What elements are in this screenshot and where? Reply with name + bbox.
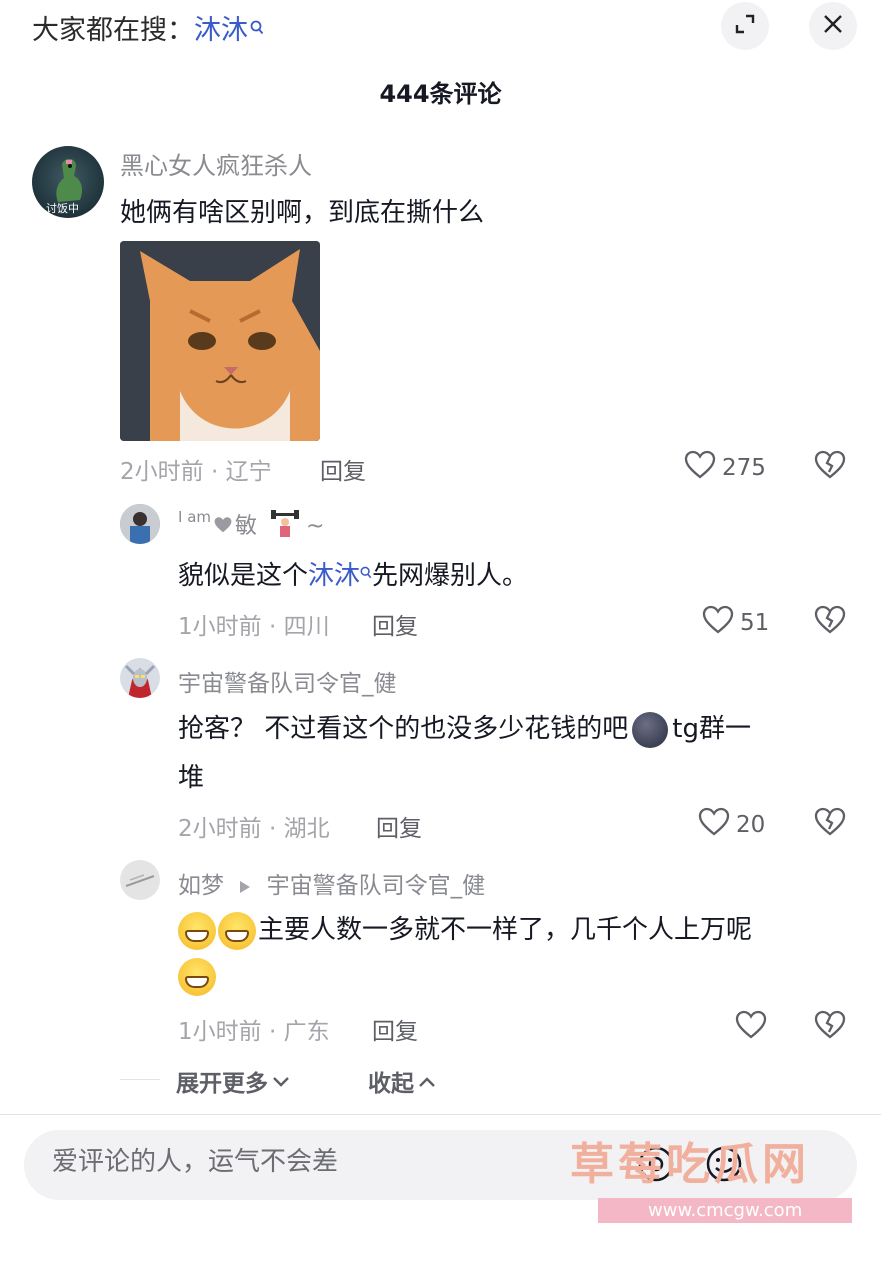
heart-icon bbox=[702, 605, 734, 641]
search-keyword[interactable]: 沐沐 bbox=[194, 15, 248, 46]
comment-time-location: 1小时前 · 四川 bbox=[178, 614, 330, 640]
broken-heart-icon bbox=[814, 450, 846, 484]
heart-icon bbox=[684, 450, 716, 486]
expand-divider bbox=[120, 1079, 160, 1080]
comment-time-location: 2小时前 · 辽宁 bbox=[120, 459, 272, 485]
broken-heart-icon bbox=[814, 605, 846, 639]
reply-button[interactable]: 回复 bbox=[372, 607, 418, 641]
like-button[interactable]: 51 bbox=[702, 605, 769, 641]
like-count: 51 bbox=[740, 610, 770, 636]
comment-text-line2: 堆 bbox=[178, 763, 205, 793]
comment-username[interactable]: 宇宙警备队司令官_健 bbox=[178, 664, 397, 698]
avatar-ultraman-icon bbox=[120, 658, 160, 698]
reply-button[interactable]: 回复 bbox=[372, 1012, 418, 1046]
search-prefix: 大家都在搜： bbox=[32, 15, 194, 46]
dislike-button[interactable] bbox=[814, 450, 846, 484]
dislike-button[interactable] bbox=[814, 605, 846, 639]
comment-count-title: 444条评论 bbox=[379, 80, 502, 108]
reply-arrow-icon bbox=[239, 874, 251, 900]
expand-more-button[interactable]: 展开更多 bbox=[176, 1064, 290, 1098]
chevron-up-icon bbox=[418, 1068, 436, 1094]
bottom-divider bbox=[0, 1114, 881, 1115]
like-button[interactable]: 20 bbox=[698, 807, 765, 843]
search-icon bbox=[360, 557, 372, 587]
grinning-face-emoji-icon bbox=[178, 911, 216, 950]
broken-heart-icon bbox=[814, 807, 846, 841]
avatar[interactable]: 讨饭中 bbox=[32, 146, 104, 218]
heart-icon bbox=[735, 1010, 767, 1046]
watermark-url: www.cmcgw.com bbox=[598, 1198, 853, 1223]
comment-text: 主要人数一多就不一样了，几千个人上万呢 bbox=[178, 909, 752, 950]
comment-username[interactable]: 黑心女人疯狂杀人 bbox=[120, 146, 312, 181]
heart-small-icon bbox=[213, 515, 233, 540]
broken-heart-icon bbox=[814, 1010, 846, 1044]
avatar-paper-icon bbox=[120, 860, 160, 900]
cat-photo bbox=[120, 241, 320, 441]
close-icon bbox=[822, 13, 844, 39]
search-keyword-link[interactable]: 沐沐 bbox=[308, 561, 360, 591]
expand-button[interactable] bbox=[721, 2, 769, 50]
avatar[interactable] bbox=[120, 658, 160, 698]
dislike-button[interactable] bbox=[814, 1010, 846, 1044]
weightlifter-emoji-icon bbox=[270, 509, 300, 545]
comment-text: 貌似是这个沐沐 先网爆别人。 bbox=[178, 555, 528, 592]
like-count: 275 bbox=[722, 455, 766, 481]
comment-text: 抢客？ 不过看这个的也没多少花钱的吧 tg群一 bbox=[178, 708, 751, 748]
reply-to-username[interactable]: 宇宙警备队司令官_健 bbox=[267, 873, 486, 899]
avatar[interactable] bbox=[120, 860, 160, 900]
like-button[interactable]: 275 bbox=[684, 450, 766, 486]
grinning-face-emoji-icon bbox=[218, 911, 256, 950]
comment-text: 她俩有啥区别啊，到底在撕什么 bbox=[120, 198, 485, 228]
close-button[interactable] bbox=[809, 2, 857, 50]
comment-time-location: 2小时前 · 湖北 bbox=[178, 816, 330, 842]
reply-button[interactable]: 回复 bbox=[376, 809, 422, 843]
new-moon-face-emoji-icon bbox=[632, 711, 669, 748]
comment-image-cat[interactable] bbox=[120, 241, 320, 441]
avatar[interactable] bbox=[120, 504, 160, 544]
expand-icon bbox=[734, 13, 756, 39]
dislike-button[interactable] bbox=[814, 807, 846, 841]
like-button[interactable] bbox=[735, 1010, 773, 1046]
like-count: 20 bbox=[736, 812, 766, 838]
grinning-face-emoji-icon bbox=[178, 958, 216, 996]
comment-username[interactable]: I am 敏 ~ bbox=[178, 508, 324, 545]
comment-emoji-line2 bbox=[178, 958, 218, 996]
chevron-down-icon bbox=[272, 1068, 290, 1094]
collapse-button[interactable]: 收起 bbox=[368, 1064, 436, 1098]
comment-time-location: 1小时前 · 广东 bbox=[178, 1019, 330, 1045]
search-icon bbox=[250, 12, 264, 43]
avatar-person-icon bbox=[120, 504, 160, 544]
watermark-title: 草莓吃瓜网 bbox=[570, 1139, 810, 1190]
search-suggestion[interactable]: 大家都在搜：沐沐 bbox=[32, 8, 264, 47]
reply-button[interactable]: 回复 bbox=[320, 452, 366, 486]
avatar-label: 讨饭中 bbox=[46, 202, 79, 215]
comment-username[interactable]: 如梦 宇宙警备队司令官_健 bbox=[178, 866, 485, 900]
comment-input[interactable] bbox=[50, 1146, 574, 1178]
heart-icon bbox=[698, 807, 730, 843]
